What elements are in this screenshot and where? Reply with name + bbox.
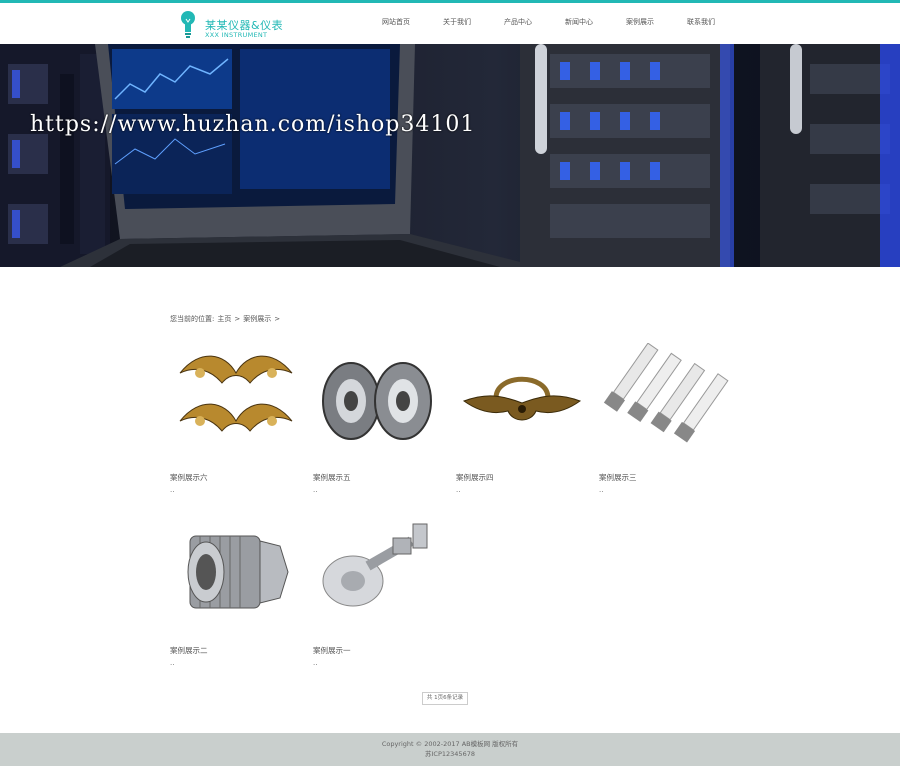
case-description: .. (313, 659, 318, 667)
case-image-glass-clamp[interactable] (313, 516, 445, 628)
footer-copyright: Copyright © 2002-2017 AB模板网 版权所有 (381, 740, 519, 748)
nav-products[interactable]: 产品中心 (490, 17, 551, 27)
case-image-pipe-fitting[interactable] (170, 516, 302, 628)
case-title[interactable]: 案例展示一 (313, 645, 351, 656)
pagination-info: 共 1页6条记录 (422, 692, 468, 705)
breadcrumb-separator: > (274, 315, 281, 323)
case-card[interactable]: 案例展示五 .. (313, 343, 445, 494)
nav-contact[interactable]: 联系我们 (673, 17, 734, 27)
site-header: 某某仪器&仪表 XXX INSTRUMENT 网站首页 关于我们 产品中心 新闻… (0, 3, 900, 44)
nav-news[interactable]: 新闻中心 (551, 17, 612, 27)
case-card[interactable]: 案例展示二 .. (170, 516, 302, 667)
nav-home[interactable]: 网站首页 (368, 17, 429, 27)
breadcrumb-prefix: 您当前的位置: (170, 315, 215, 323)
logo-subtitle: XXX INSTRUMENT (205, 31, 268, 39)
banner-watermark: https://www.huzhan.com/ishop34101 (30, 112, 476, 137)
case-title[interactable]: 案例展示二 (170, 645, 208, 656)
case-description: .. (313, 486, 318, 494)
lightbulb-icon (181, 11, 195, 38)
site-footer: Copyright © 2002-2017 AB模板网 版权所有 苏ICP123… (0, 733, 900, 766)
case-description: .. (170, 486, 175, 494)
case-image-ornament[interactable] (170, 343, 302, 455)
nav-cases[interactable]: 案例展示 (612, 17, 673, 27)
case-description: .. (599, 486, 604, 494)
case-title[interactable]: 案例展示五 (313, 472, 351, 483)
case-title[interactable]: 案例展示三 (599, 472, 637, 483)
breadcrumb-current-link[interactable]: 案例展示 (243, 315, 271, 323)
case-image-bearings[interactable] (313, 343, 445, 455)
case-description: .. (170, 659, 175, 667)
breadcrumb: 您当前的位置: 主页 > 案例展示 > (170, 314, 283, 324)
case-card[interactable]: 案例展示六 .. (170, 343, 302, 494)
case-title[interactable]: 案例展示六 (170, 472, 208, 483)
case-title[interactable]: 案例展示四 (456, 472, 494, 483)
case-card[interactable]: 案例展示四 .. (456, 343, 588, 494)
footer-icp[interactable]: 苏ICP12345678 (0, 749, 900, 759)
breadcrumb-separator: > (234, 315, 241, 323)
breadcrumb-home-link[interactable]: 主页 (217, 315, 231, 323)
case-card[interactable]: 案例展示一 .. (313, 516, 445, 667)
site-logo[interactable]: 某某仪器&仪表 XXX INSTRUMENT (178, 9, 288, 41)
case-image-handle[interactable] (456, 343, 588, 455)
server-banner-image (0, 44, 900, 267)
nav-about[interactable]: 关于我们 (429, 17, 490, 27)
case-description: .. (456, 486, 461, 494)
case-image-spark-plugs[interactable] (599, 343, 731, 455)
main-nav: 网站首页 关于我们 产品中心 新闻中心 案例展示 联系我们 (368, 17, 734, 27)
hero-banner: https://www.huzhan.com/ishop34101 (0, 44, 900, 267)
case-card[interactable]: 案例展示三 .. (599, 343, 731, 494)
